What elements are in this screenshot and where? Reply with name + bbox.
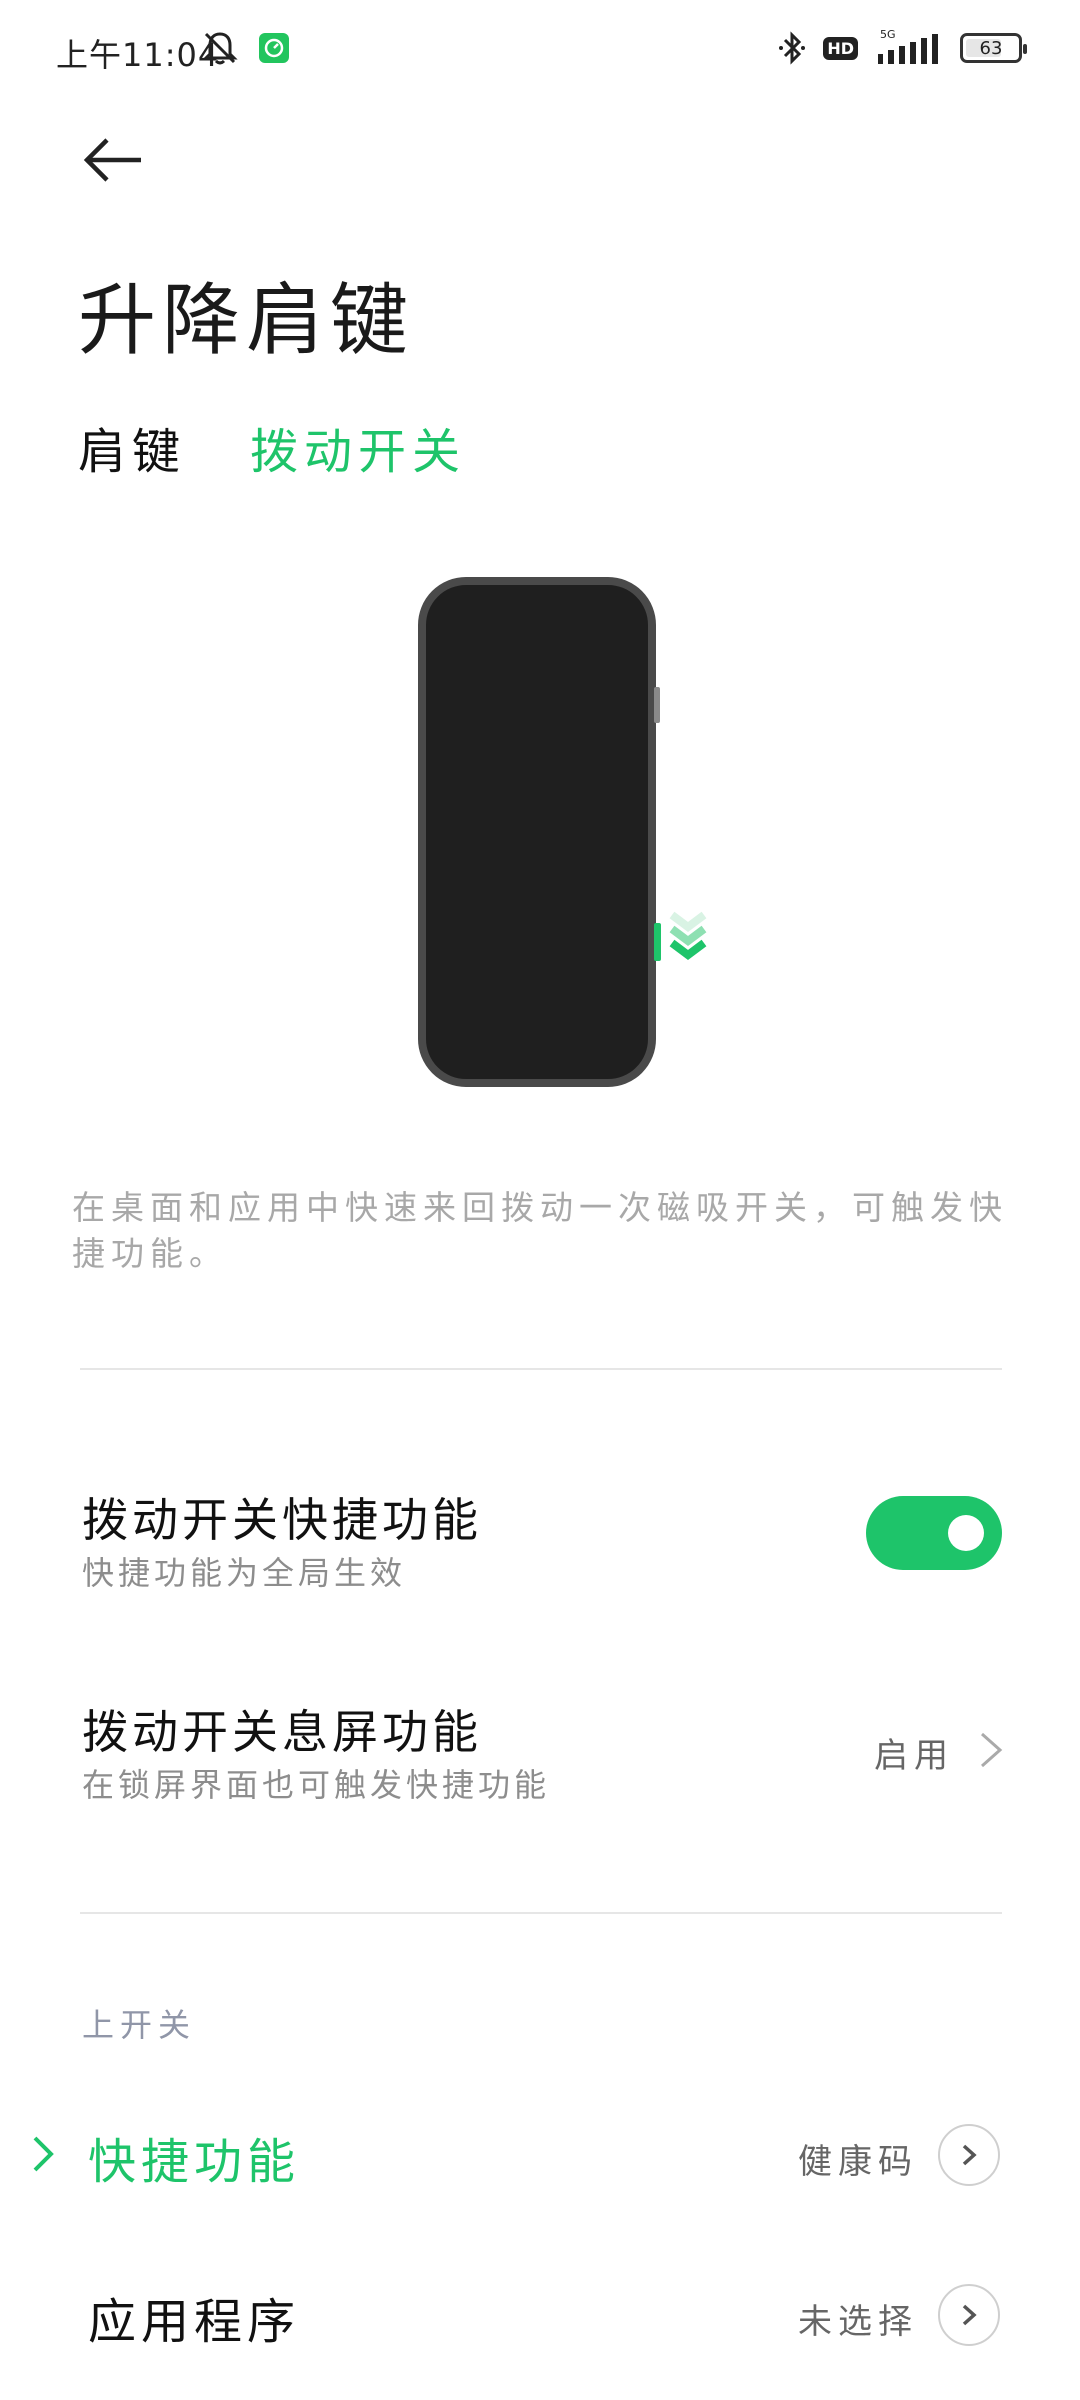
- battery-icon: 63: [960, 33, 1027, 63]
- row-shortcut-function[interactable]: 快捷功能 健康码: [0, 2100, 1080, 2210]
- status-right-icons: HD 5G 63: [777, 28, 1027, 68]
- row-application-title: 应用程序: [88, 2294, 301, 2350]
- row-application[interactable]: 应用程序 未选择: [0, 2260, 1080, 2370]
- shortcut-toggle[interactable]: [866, 1496, 1002, 1570]
- feature-description: 在桌面和应用中快速来回拨动一次磁吸开关，可触发快捷功能。: [72, 1188, 1008, 1273]
- page-title: 升降肩键: [78, 276, 415, 366]
- bluetooth-icon: [779, 31, 806, 65]
- row-shortcut-function-open-button[interactable]: [938, 2124, 1000, 2186]
- chevron-right-icon: [962, 2304, 977, 2326]
- phone-illustration: [410, 575, 720, 1095]
- back-arrow-icon: [83, 138, 141, 182]
- signal-5g-icon: 5G: [878, 28, 938, 64]
- status-time: 上午11:04: [56, 36, 220, 74]
- battery-level: 63: [979, 37, 1003, 59]
- chevron-right-icon: [962, 2144, 977, 2166]
- chevron-right-icon: [981, 1732, 1003, 1768]
- screen-off-setting-value: 启用: [874, 1736, 954, 1776]
- tab-toggle-switch[interactable]: 拨动开关: [250, 412, 466, 482]
- app-notification-icon: [259, 33, 289, 63]
- row-application-value: 未选择: [798, 2302, 918, 2342]
- hd-icon: HD: [823, 36, 858, 60]
- status-left-icons: [200, 28, 290, 68]
- svg-text:5G: 5G: [880, 28, 896, 41]
- section-label-upper-switch: 上开关: [82, 2006, 197, 2044]
- row-application-open-button[interactable]: [938, 2284, 1000, 2346]
- screen-off-setting-row[interactable]: 拨动开关息屏功能 在锁屏界面也可触发快捷功能 启用: [0, 1672, 1080, 1812]
- row-shortcut-function-value: 健康码: [798, 2142, 918, 2182]
- back-button[interactable]: [78, 128, 148, 192]
- divider: [80, 1912, 1002, 1914]
- tab-shoulder-key[interactable]: 肩键: [78, 412, 186, 482]
- row-shortcut-function-title: 快捷功能: [88, 2134, 301, 2190]
- screen-off-setting-title: 拨动开关息屏功能: [82, 1705, 482, 1759]
- shortcut-setting-title: 拨动开关快捷功能: [82, 1493, 482, 1547]
- screen-off-setting-subtitle: 在锁屏界面也可触发快捷功能: [82, 1766, 551, 1804]
- divider: [80, 1368, 1002, 1370]
- toggle-knob: [948, 1515, 984, 1551]
- selected-chevron-icon: [33, 2136, 54, 2172]
- bell-muted-icon: [202, 32, 238, 65]
- shortcut-setting-subtitle: 快捷功能为全局生效: [82, 1554, 407, 1592]
